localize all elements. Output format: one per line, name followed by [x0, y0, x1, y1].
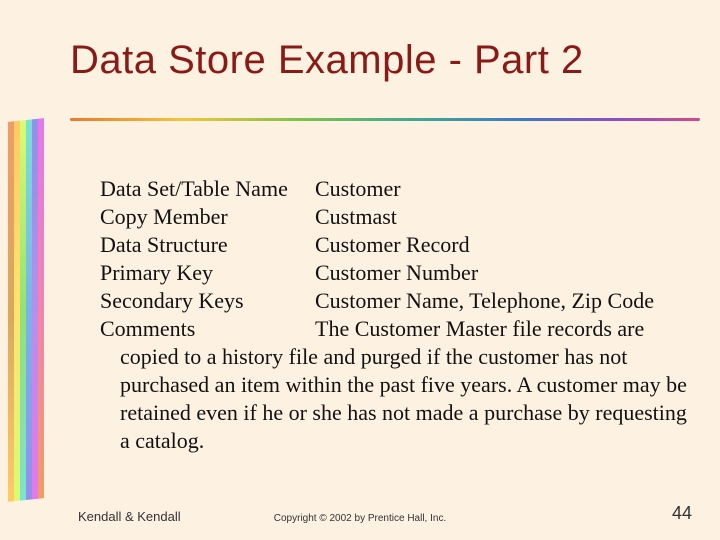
footer-center: Copyright © 2002 by Prentice Hall, Inc.	[0, 513, 720, 524]
field-label: Primary Key	[100, 259, 315, 287]
field-value: Customer Record	[315, 232, 470, 257]
field-row: Secondary KeysCustomer Name, Telephone, …	[100, 287, 690, 315]
field-row: Copy MemberCustmast	[100, 203, 690, 231]
field-value: The Customer Master file records are	[315, 316, 644, 341]
field-value: Custmast	[315, 204, 397, 229]
title-underline	[70, 118, 700, 121]
field-row: CommentsThe Customer Master file records…	[100, 315, 690, 343]
field-label: Comments	[100, 315, 315, 343]
field-label: Secondary Keys	[100, 287, 315, 315]
field-label: Copy Member	[100, 203, 315, 231]
slide-title: Data Store Example - Part 2	[70, 38, 584, 83]
field-row: Primary KeyCustomer Number	[100, 259, 690, 287]
footer-page-number: 44	[672, 503, 692, 524]
field-value: Customer Number	[315, 260, 478, 285]
field-label: Data Structure	[100, 231, 315, 259]
field-label: Data Set/Table Name	[100, 175, 315, 203]
field-row: Data StructureCustomer Record	[100, 231, 690, 259]
rainbow-side-art	[8, 118, 44, 502]
field-value: Customer Name, Telephone, Zip Code	[315, 288, 654, 313]
field-value: Customer	[315, 176, 401, 201]
slide: Data Store Example - Part 2 Data Set/Tab…	[0, 0, 720, 540]
field-row: Data Set/Table NameCustomer	[100, 175, 690, 203]
slide-body: Data Set/Table NameCustomer Copy MemberC…	[100, 175, 690, 455]
comments-continuation: copied to a history file and purged if t…	[100, 343, 690, 455]
